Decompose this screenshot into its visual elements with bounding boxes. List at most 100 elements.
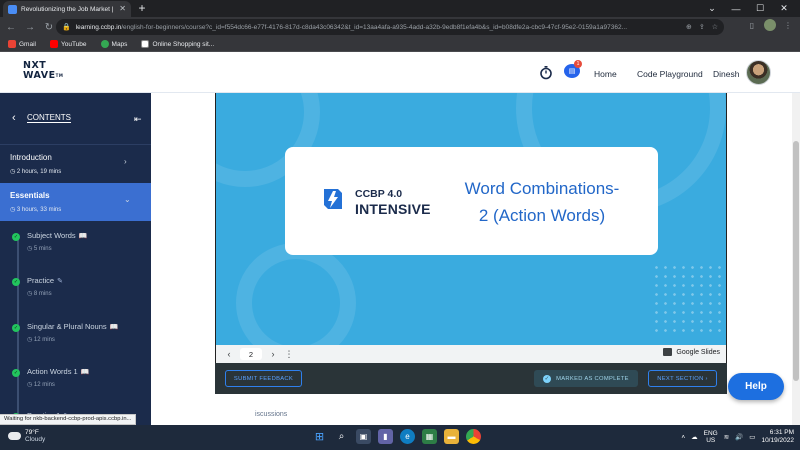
help-button[interactable]: Help: [728, 373, 784, 400]
nxtwave-logo[interactable]: NXT WAVETM: [23, 61, 63, 81]
cloud-icon: [8, 432, 21, 440]
minimize-button[interactable]: —: [724, 0, 748, 17]
lesson-title: Action Words 1: [27, 367, 78, 376]
next-slide-button[interactable]: ›: [264, 349, 282, 359]
search-icon[interactable]: ⌕: [334, 429, 349, 444]
close-tab-icon[interactable]: ✕: [119, 5, 126, 13]
scrollbar-thumb[interactable]: [793, 141, 799, 381]
browser-tab-strip: Revolutionizing the Job Market | NxtWave…: [0, 0, 800, 17]
course-sidebar: ‹ CONTENTS ⇤ Introduction ◷ 2 hours, 19 …: [0, 93, 151, 425]
discussions-tab[interactable]: iscussions: [255, 411, 287, 418]
lock-icon[interactable]: 🔒: [62, 23, 71, 31]
chevron-left-icon[interactable]: ‹: [12, 112, 16, 124]
brand-top-text: CCBP 4.0: [355, 188, 403, 200]
section-duration: ◷ 3 hours, 33 mins: [10, 207, 62, 213]
close-window-button[interactable]: ✕: [772, 0, 796, 17]
forward-button[interactable]: →: [22, 19, 38, 35]
windows-start-icon[interactable]: ⊞: [312, 429, 327, 444]
browser-tab[interactable]: Revolutionizing the Job Market | NxtWave…: [3, 1, 131, 17]
file-explorer-icon[interactable]: ▬: [444, 429, 459, 444]
section-essentials[interactable]: Essentials ◷ 3 hours, 33 mins ⌄: [0, 183, 151, 221]
lesson-item[interactable]: ✓ Subject Words 📖 ◷ 5 mins: [0, 228, 151, 272]
install-app-icon[interactable]: ⊕: [686, 23, 692, 31]
profile-avatar[interactable]: [764, 19, 776, 31]
brand-bottom-text: INTENSIVE: [355, 201, 431, 217]
clock[interactable]: 6:31 PM 10/19/2022: [761, 429, 794, 445]
chevron-up-icon[interactable]: ˄: [681, 434, 685, 441]
bookmark-star-icon[interactable]: ☆: [712, 23, 718, 31]
lesson-duration: ◷ 5 mins: [27, 246, 52, 252]
previous-slide-button[interactable]: ‹: [220, 349, 238, 359]
stopwatch-icon[interactable]: [539, 65, 553, 80]
speaker-icon[interactable]: 🔊: [735, 433, 743, 441]
completed-check-icon: ✓: [12, 278, 20, 286]
maximize-button[interactable]: ☐: [748, 0, 772, 17]
lesson-item[interactable]: ✓ Practice ✎ ◷ 8 mins: [0, 273, 151, 317]
wifi-icon[interactable]: ≋: [724, 433, 729, 441]
loading-status: Waiting for nkb-backend-ccbp-prod-apis.c…: [0, 414, 137, 425]
nav-code-playground-link[interactable]: Code Playground: [637, 69, 703, 79]
gmail-icon: [8, 40, 16, 48]
youtube-icon: [49, 40, 58, 48]
edge-icon[interactable]: e: [400, 429, 415, 444]
google-slides-icon: [663, 348, 673, 356]
google-slides-link[interactable]: Google Slides: [663, 348, 720, 356]
lesson-title: Singular & Plural Nouns: [27, 322, 107, 331]
chrome-icon[interactable]: [466, 429, 481, 444]
chevron-right-icon: ›: [124, 157, 127, 166]
completed-check-icon: ✓: [12, 324, 20, 332]
sidebar-header: ‹ CONTENTS ⇤: [0, 93, 151, 145]
decor-dots: [652, 263, 722, 335]
section-title: Essentials: [10, 191, 50, 200]
language-indicator[interactable]: ENG US: [704, 430, 718, 444]
collapse-sidebar-icon[interactable]: ⇤: [134, 114, 142, 125]
completed-check-icon: ✓: [12, 233, 20, 241]
back-button[interactable]: ←: [3, 19, 19, 35]
lesson-duration: ◷ 12 mins: [27, 337, 55, 343]
weather-condition: Cloudy: [25, 436, 46, 443]
contents-link[interactable]: CONTENTS: [27, 113, 71, 122]
share-icon[interactable]: ⇪: [699, 23, 705, 31]
ccbp-logo-icon: [324, 189, 342, 209]
more-options-icon[interactable]: ⋮: [282, 349, 296, 360]
url-text[interactable]: learning.ccbp.in/english-for-beginners/c…: [76, 24, 681, 31]
chevron-down-icon[interactable]: ⌄: [700, 0, 724, 17]
slide-title-card: CCBP 4.0 INTENSIVE Word Combinations- 2 …: [285, 147, 658, 255]
check-circle-icon: ✓: [543, 374, 552, 383]
bookmark-gmail[interactable]: Gmail: [8, 40, 36, 48]
lesson-item[interactable]: ✓ Singular & Plural Nouns 📖 ◷ 12 mins: [0, 319, 151, 363]
teams-chat-icon[interactable]: ▮: [378, 429, 393, 444]
bookmark-shopping[interactable]: Online Shopping sit...: [141, 40, 214, 48]
chevron-down-icon: ⌄: [124, 195, 131, 204]
marked-complete-button[interactable]: ✓ MARKED AS COMPLETE: [534, 370, 638, 387]
user-name[interactable]: Dinesh: [713, 69, 739, 79]
lesson-item[interactable]: ✓ Action Words 1 📖 ◷ 12 mins: [0, 364, 151, 408]
submit-feedback-button[interactable]: SUBMIT FEEDBACK: [225, 370, 302, 387]
battery-icon[interactable]: ▭: [749, 433, 755, 441]
amazon-icon: [141, 40, 150, 48]
section-introduction[interactable]: Introduction ◷ 2 hours, 19 mins ›: [0, 145, 151, 183]
weather-widget[interactable]: 79°F Cloudy: [8, 429, 45, 443]
weather-temp: 79°F: [25, 429, 39, 436]
lesson-title: Subject Words: [27, 231, 76, 240]
google-slides-embed[interactable]: CCBP 4.0 INTENSIVE Word Combinations- 2 …: [215, 93, 727, 345]
menu-dots-icon[interactable]: ⋮: [782, 21, 794, 30]
store-icon[interactable]: ▦: [422, 429, 437, 444]
lesson-duration: ◷ 12 mins: [27, 382, 55, 388]
sidebar-toggle-icon[interactable]: ▯: [746, 21, 758, 30]
next-section-button[interactable]: NEXT SECTION ›: [648, 370, 717, 387]
slide-page-number[interactable]: 2: [240, 348, 262, 360]
page-scrollbar[interactable]: [792, 93, 800, 425]
address-bar[interactable]: 🔒 learning.ccbp.in/english-for-beginners…: [56, 19, 724, 35]
user-avatar[interactable]: [746, 60, 771, 85]
bookmark-youtube[interactable]: YouTube: [49, 40, 87, 48]
lesson-action-bar: SUBMIT FEEDBACK ✓ MARKED AS COMPLETE NEX…: [215, 363, 727, 394]
slides-control-bar: ‹ 2 › ⋮ Google Slides: [215, 345, 727, 363]
onedrive-cloud-icon[interactable]: ☁: [691, 433, 698, 441]
new-tab-button[interactable]: +: [135, 1, 149, 15]
bookmark-maps[interactable]: Maps: [100, 40, 127, 48]
book-icon: 📖: [80, 369, 90, 376]
nav-home-link[interactable]: Home: [594, 69, 617, 79]
reload-button[interactable]: ↻: [41, 19, 57, 35]
task-view-icon[interactable]: ▣: [356, 429, 371, 444]
